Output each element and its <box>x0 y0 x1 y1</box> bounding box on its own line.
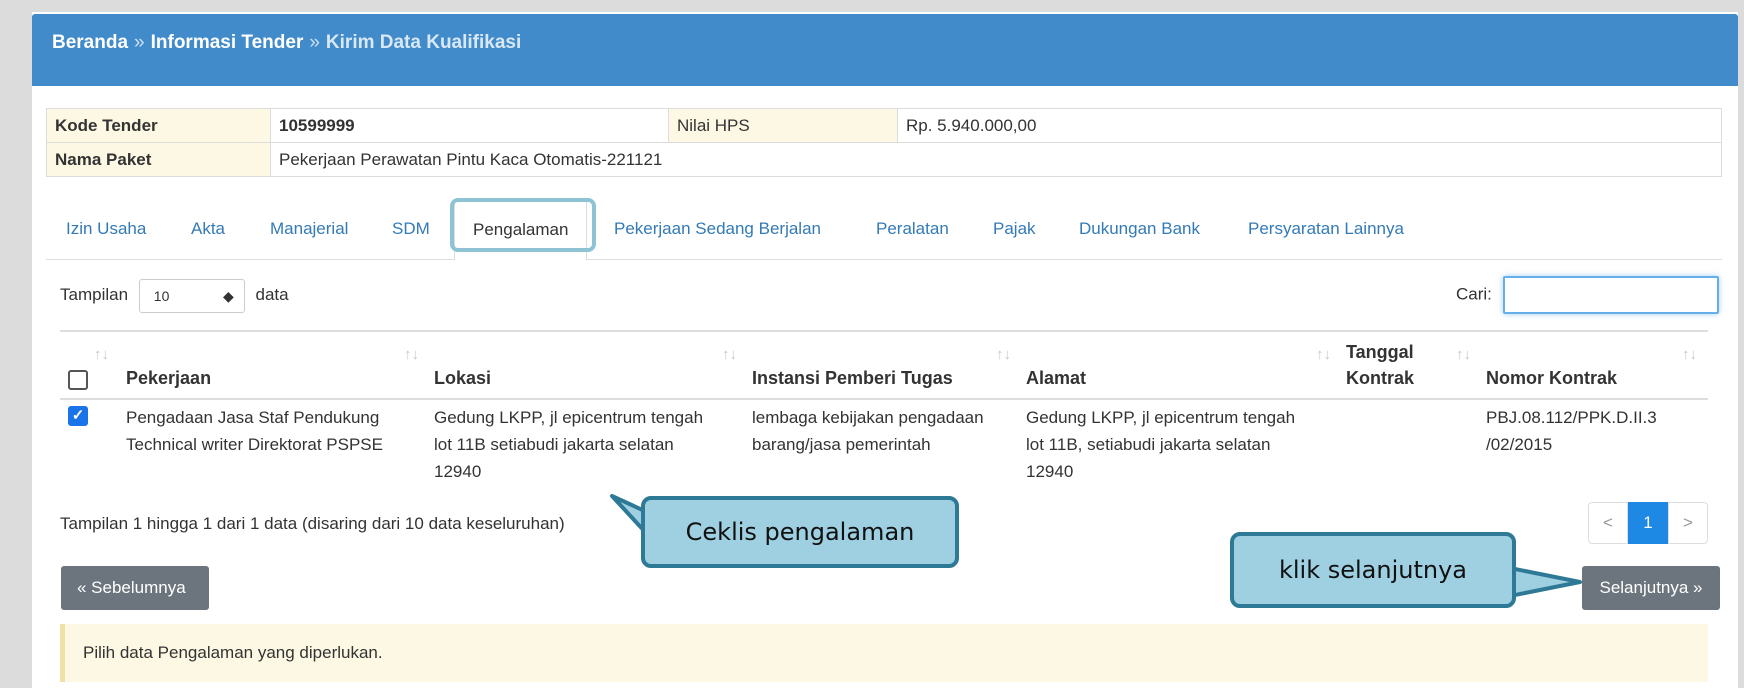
select-caret-icon: ◆ <box>223 287 234 304</box>
sort-icon[interactable]: ↑↓ <box>404 346 419 363</box>
previous-button[interactable]: « Sebelumnya <box>61 566 209 610</box>
breadcrumb-separator: » <box>309 32 320 53</box>
kode-tender-label: Kode Tender <box>46 108 271 143</box>
sort-icon[interactable]: ↑↓ <box>722 346 737 363</box>
sort-icon[interactable]: ↑↓ <box>1456 346 1471 363</box>
tab-highlight-frame <box>450 198 596 252</box>
kode-tender-value: 10599999 <box>270 108 669 143</box>
cell-alamat: Gedung LKPP, jl epicentrum tengah lot 11… <box>1026 404 1295 485</box>
tab-pekerjaan-sedang-berjalan[interactable]: Pekerjaan Sedang Berjalan <box>614 200 821 258</box>
table-top-border <box>60 330 1708 332</box>
pagination: < 1 > <box>1588 502 1708 544</box>
page-length-control: Tampilan 10 ◆ data <box>60 278 289 313</box>
table-header-border <box>60 398 1708 400</box>
pagination-page-1[interactable]: 1 <box>1628 502 1668 544</box>
tab-pajak[interactable]: Pajak <box>993 200 1036 258</box>
length-suffix: data <box>255 285 289 304</box>
header-pekerjaan[interactable]: Pekerjaan <box>126 368 211 389</box>
next-button[interactable]: Selanjutnya » <box>1582 566 1720 610</box>
cell-line: lembaga kebijakan pengadaan <box>752 408 984 427</box>
header-lokasi[interactable]: Lokasi <box>434 368 491 389</box>
cell-line: Gedung LKPP, jl epicentrum tengah <box>434 408 704 427</box>
page-length-select[interactable]: 10 ◆ <box>138 278 245 313</box>
tab-izin-usaha[interactable]: Izin Usaha <box>66 200 146 258</box>
tab-bar: Izin Usaha Akta Manajerial SDM Pengalama… <box>46 200 1722 261</box>
tab-persyaratan-lainnya[interactable]: Persyaratan Lainnya <box>1248 200 1404 258</box>
search-control: Cari: <box>1456 276 1719 314</box>
header-tanggal[interactable]: Tanggal <box>1346 342 1414 363</box>
cell-lokasi: Gedung LKPP, jl epicentrum tengah lot 11… <box>434 404 703 485</box>
header-alamat[interactable]: Alamat <box>1026 368 1086 389</box>
sort-icon[interactable]: ↑↓ <box>1682 346 1697 363</box>
search-input[interactable] <box>1502 276 1719 314</box>
tab-peralatan[interactable]: Peralatan <box>876 200 949 258</box>
header-nomor-kontrak[interactable]: Nomor Kontrak <box>1486 368 1617 389</box>
callout-ceklis-pengalaman: Ceklis pengalaman <box>641 496 959 568</box>
tab-manajerial[interactable]: Manajerial <box>270 200 348 258</box>
table-info-text: Tampilan 1 hingga 1 dari 1 data (disarin… <box>60 514 565 533</box>
cell-line: lot 11B setiabudi jakarta selatan <box>434 435 674 454</box>
tab-sdm[interactable]: SDM <box>392 200 430 258</box>
page-length-value: 10 <box>153 287 170 304</box>
cell-line: /02/2015 <box>1486 435 1553 454</box>
tab-akta[interactable]: Akta <box>191 200 225 258</box>
breadcrumb: Beranda» Informasi Tender» Kirim Data Kual… <box>32 14 1738 86</box>
breadcrumb-home[interactable]: Beranda <box>52 32 128 53</box>
length-prefix: Tampilan <box>60 285 129 304</box>
select-all-checkbox[interactable] <box>68 370 88 390</box>
cell-pekerjaan: Pengadaan Jasa Staf Pendukung Technical … <box>126 404 383 458</box>
nama-paket-value: Pekerjaan Perawatan Pintu Kaca Otomatis-… <box>270 142 1722 177</box>
cell-line: 12940 <box>434 462 482 481</box>
breadcrumb-current: Kirim Data Kualifikasi <box>325 32 522 53</box>
cell-line: barang/jasa pemerintah <box>752 435 931 454</box>
tender-info-table: Kode Tender 10599999 Nilai HPS Rp. 5.940… <box>46 108 1722 177</box>
cell-line: 12940 <box>1026 462 1074 481</box>
nama-paket-label: Nama Paket <box>46 142 271 177</box>
breadcrumb-info-tender[interactable]: Informasi Tender <box>151 32 304 53</box>
pagination-prev[interactable]: < <box>1588 502 1628 544</box>
sort-icon[interactable]: ↑↓ <box>996 346 1011 363</box>
cell-line: PBJ.08.112/PPK.D.II.3 <box>1486 408 1657 427</box>
pagination-next[interactable]: > <box>1668 502 1708 544</box>
cell-line: Technical writer Direktorat PSPSE <box>126 435 383 454</box>
search-label: Cari: <box>1456 284 1492 304</box>
breadcrumb-separator: » <box>134 32 145 53</box>
header-kontrak[interactable]: Kontrak <box>1346 368 1414 389</box>
nilai-hps-label: Nilai HPS <box>668 108 898 143</box>
callout-klik-selanjutnya: klik selanjutnya <box>1230 532 1516 608</box>
cell-line: Gedung LKPP, jl epicentrum tengah <box>1026 408 1296 427</box>
sort-icon[interactable]: ↑↓ <box>94 346 109 363</box>
cell-nomor-kontrak: PBJ.08.112/PPK.D.II.3 /02/2015 <box>1486 404 1657 458</box>
tab-dukungan-bank[interactable]: Dukungan Bank <box>1079 200 1200 258</box>
row-checkbox[interactable]: ✓ <box>68 406 88 426</box>
cell-line: Pengadaan Jasa Staf Pendukung <box>126 408 380 427</box>
nilai-hps-value: Rp. 5.940.000,00 <box>897 108 1722 143</box>
cell-line: lot 11B, setiabudi jakarta selatan <box>1026 435 1271 454</box>
sort-icon[interactable]: ↑↓ <box>1316 346 1331 363</box>
info-alert: Pilih data Pengalaman yang diperlukan. <box>60 624 1708 682</box>
header-instansi[interactable]: Instansi Pemberi Tugas <box>752 368 953 389</box>
cell-instansi: lembaga kebijakan pengadaan barang/jasa … <box>752 404 984 458</box>
